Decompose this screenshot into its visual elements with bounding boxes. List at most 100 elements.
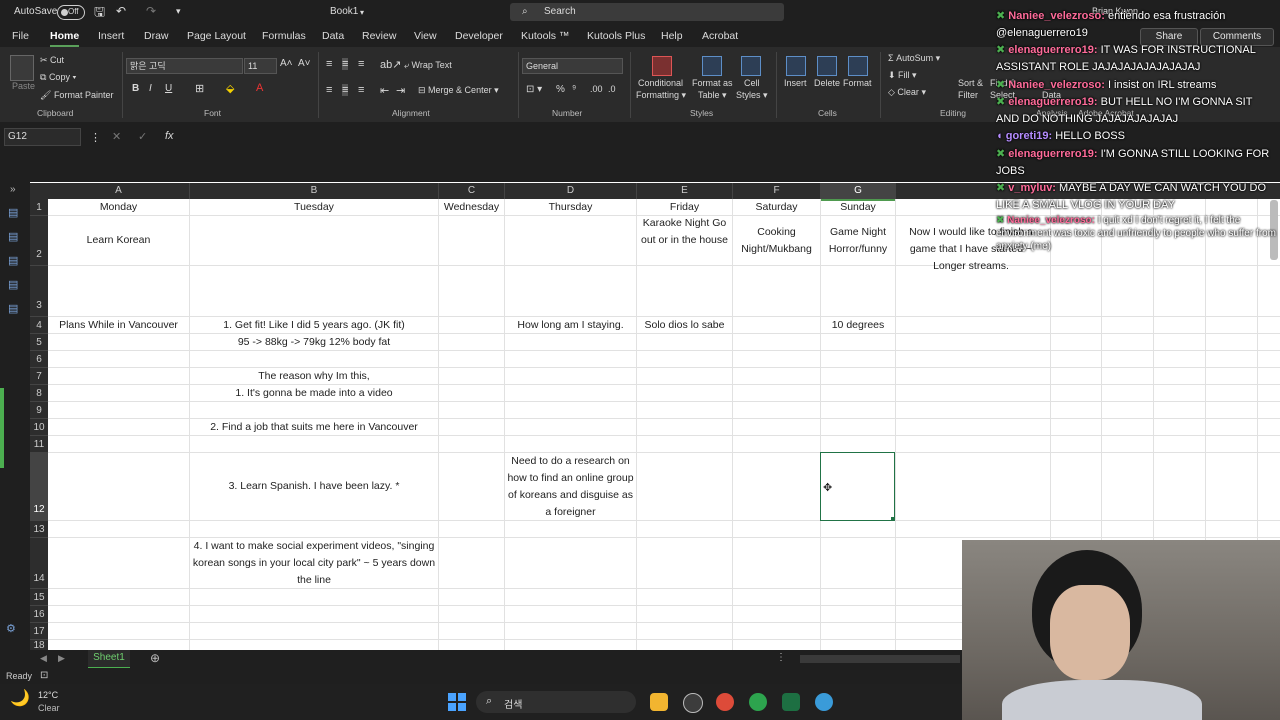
column-header-d[interactable]: D [505,183,637,199]
cell-styles-button[interactable]: Styles ▾ [736,90,768,101]
format-as-table-button[interactable]: Table ▾ [698,90,727,101]
tab-help[interactable]: Help [661,30,683,42]
column-header-b[interactable]: B [190,183,439,199]
chrome-icon[interactable] [716,693,734,711]
tab-insert[interactable]: Insert [98,30,124,42]
tab-acrobat[interactable]: Acrobat [702,30,738,42]
cell-c1[interactable]: Wednesday [439,199,504,216]
clear-button[interactable]: ◇ Clear ▾ [888,87,926,98]
panel-icon[interactable]: ▤ [8,278,18,291]
align-right-icon[interactable]: ≡ [358,84,364,96]
row-header-12[interactable]: 12 [30,453,48,521]
accounting-format-icon[interactable]: ⊡ ▾ [526,84,542,95]
excel-icon[interactable] [782,693,800,711]
column-header-c[interactable]: C [439,183,505,199]
cell-g1[interactable]: Sunday [821,199,895,216]
tab-kutools[interactable]: Kutools ™ [521,30,569,42]
more-icon[interactable]: ⋮ [776,652,786,663]
tab-page-layout[interactable]: Page Layout [187,30,246,42]
align-top-icon[interactable]: ≡ [326,58,332,70]
filter-label[interactable]: Filter [958,90,978,100]
row-header-6[interactable]: 6 [30,351,48,368]
increase-decimal-icon[interactable]: .00 [590,84,603,94]
wrap-text-button[interactable]: ⤶ Wrap Text [404,60,452,71]
row-header-8[interactable]: 8 [30,385,48,402]
accessibility-icon[interactable]: ⊡ [40,670,48,681]
tab-view[interactable]: View [414,30,437,42]
cell-a1[interactable]: Monday [48,199,189,216]
edge-icon[interactable] [815,693,833,711]
row-header-17[interactable]: 17 [30,623,48,640]
increase-indent-icon[interactable]: ⇥ [396,84,405,97]
add-sheet-icon[interactable]: ⊕ [150,651,160,665]
row-header-3[interactable]: 3 [30,266,48,317]
tab-file[interactable]: File [12,30,29,42]
cell-a4[interactable]: Plans While in Vancouver [48,317,189,334]
panel-icon[interactable]: ▤ [8,302,18,315]
align-middle-icon[interactable]: ≡ [342,58,349,70]
row-header-13[interactable]: 13 [30,521,48,538]
sort-label[interactable]: Sort & [958,78,983,88]
fill-button[interactable]: ⬇ Fill ▾ [888,70,917,81]
conditional-formatting-button[interactable]: Formatting ▾ [636,90,686,101]
tab-formulas[interactable]: Formulas [262,30,306,42]
cell-a2[interactable]: Learn Korean [48,232,189,249]
number-format-select[interactable]: General [522,58,623,74]
row-header-11[interactable]: 11 [30,436,48,453]
font-size-select[interactable]: 11 [244,58,277,74]
fill-handle[interactable] [891,517,895,521]
cell-d4[interactable]: How long am I staying. [505,317,636,334]
file-explorer-icon[interactable] [650,693,668,711]
copy-button[interactable]: ⧉ Copy ▾ [40,72,76,83]
row-header-4[interactable]: 4 [30,317,48,334]
search-box[interactable]: ⌕ Search [510,3,784,21]
row-header-15[interactable]: 15 [30,589,48,606]
row-header-14[interactable]: 14 [30,538,48,589]
delete-cells-label[interactable]: Delete [814,78,840,88]
format-painter-button[interactable]: 🖌 Format Painter [40,90,113,101]
row-header-9[interactable]: 9 [30,402,48,419]
enter-icon[interactable]: ✓ [138,130,147,143]
conditional-formatting-icon[interactable] [652,56,672,76]
panel-icon[interactable]: ▤ [8,230,18,243]
cell-b14[interactable]: 4. I want to make social experiment vide… [190,538,438,589]
bold-icon[interactable]: B [132,83,139,94]
font-name-select[interactable]: 맑은 고딕 [126,58,243,74]
horizontal-scrollbar[interactable] [800,655,960,663]
cell-b4[interactable]: 1. Get fit! Like I did 5 years ago. (JK … [190,317,438,334]
app-icon[interactable] [683,693,703,713]
cell-e4[interactable]: Solo dios lo sabe [637,317,732,334]
paste-icon[interactable] [10,55,34,81]
weather-icon[interactable]: 🌙 [10,688,30,708]
row-header-1[interactable]: 1 [30,199,48,216]
chrome-icon[interactable] [749,693,767,711]
customize-qat-icon[interactable]: ▾ [176,6,181,17]
tab-developer[interactable]: Developer [455,30,503,42]
next-sheet-icon[interactable]: ▶ [58,653,65,664]
decrease-font-icon[interactable]: A˅ [298,58,311,69]
prev-sheet-icon[interactable]: ◀ [40,653,47,664]
format-cells-icon[interactable] [848,56,868,76]
cell-b1[interactable]: Tuesday [190,199,438,216]
taskbar-search[interactable]: ⌕ 검색 [476,691,636,713]
cancel-icon[interactable]: ✕ [112,130,121,143]
cell-b12[interactable]: 3. Learn Spanish. I have been lazy. * [190,478,438,495]
panel-icon[interactable]: ▤ [8,254,18,267]
cell-f2[interactable]: Cooking Night/Mukbang [733,224,820,258]
insert-function-icon[interactable]: fx [165,130,174,142]
cell-b5[interactable]: 95 -> 88kg -> 79kg 12% body fat [190,334,438,351]
autosum-button[interactable]: Σ AutoSum ▾ [888,53,940,64]
cell-g2[interactable]: Game Night Horror/funny [821,224,895,258]
borders-icon[interactable]: ⊞ [195,82,204,95]
settings-icon[interactable]: ⚙ [6,622,16,635]
column-header-e[interactable]: E [637,183,733,199]
tab-home[interactable]: Home [50,30,80,47]
cell-b8[interactable]: 1. It's gonna be made into a video [190,385,438,402]
panel-icon[interactable]: ▤ [8,206,18,219]
delete-cells-icon[interactable] [817,56,837,76]
row-header-5[interactable]: 5 [30,334,48,351]
cell-f1[interactable]: Saturday [733,199,820,216]
comma-icon[interactable]: ⁹ [572,84,576,95]
font-color-icon[interactable]: A [256,82,263,94]
workbook-title[interactable]: Book1 [330,6,358,17]
